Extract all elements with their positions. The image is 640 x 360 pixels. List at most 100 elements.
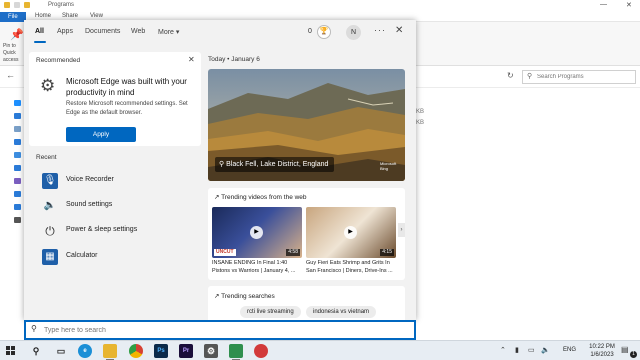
trending-videos-card: ↗ Trending videos from the web UNCUT ▶ 4…: [208, 188, 405, 280]
today-label: Today: [208, 56, 226, 63]
chrome-icon[interactable]: [129, 344, 143, 358]
taskbar: ⚲ ▭ e Ps Pr ⚙ ⌃ ▮ ▭ 🔈 ENG 10:22 PM 1/6/2…: [0, 340, 640, 360]
recent-heading: Recent: [36, 154, 57, 161]
explorer-search-box[interactable]: ⚲: [522, 70, 636, 84]
trending-search-pill[interactable]: indonesia vs vietnam: [306, 306, 377, 318]
task-view-icon[interactable]: ▭: [54, 344, 68, 358]
nav-tree-icon[interactable]: [14, 139, 21, 145]
close-icon[interactable]: ✕: [395, 25, 403, 36]
chevron-right-icon[interactable]: ›: [398, 223, 405, 237]
windows-start-icon[interactable]: [6, 346, 16, 356]
volume-icon[interactable]: 🔈: [541, 346, 550, 354]
nav-tree-icon[interactable]: [14, 152, 21, 158]
ribbon-tab-file[interactable]: File: [0, 12, 26, 22]
search-icon: ⚲: [31, 324, 37, 333]
minimize-icon[interactable]: —: [600, 1, 607, 8]
properties-icon[interactable]: [14, 2, 20, 8]
ribbon-tab-view[interactable]: View: [90, 13, 103, 19]
nav-tree-icon[interactable]: [14, 204, 21, 210]
new-folder-icon[interactable]: [24, 2, 30, 8]
clock-time: 10:22 PM: [589, 344, 615, 350]
photoshop-icon[interactable]: Ps: [154, 344, 168, 358]
trending-videos-heading: ↗ Trending videos from the web: [214, 193, 307, 201]
gear-icon: ⚙: [40, 76, 56, 95]
bing-daily-image[interactable]: ⚲ Black Fell, Lake District, England Mic…: [208, 69, 405, 181]
today-date: January 6: [231, 56, 260, 63]
recent-item-label: Sound settings: [66, 201, 113, 208]
search-input[interactable]: [44, 324, 404, 336]
tab-web[interactable]: Web: [131, 28, 145, 35]
premiere-icon[interactable]: Pr: [179, 344, 193, 358]
ribbon-tab-share[interactable]: Share: [62, 13, 78, 19]
speaker-icon: 🔈: [43, 200, 57, 211]
avatar[interactable]: N: [346, 25, 361, 40]
input-language[interactable]: ENG: [563, 347, 576, 353]
pin-icon[interactable]: 📌: [10, 28, 24, 41]
recent-item-voice-recorder[interactable]: 🎙 Voice Recorder: [34, 170, 199, 192]
nav-tree-icon[interactable]: [14, 178, 21, 184]
microphone-icon: 🎙: [42, 173, 58, 189]
trending-arrow-icon: ↗: [214, 194, 220, 201]
notification-count-badge: 1: [630, 351, 637, 358]
location-pin-icon: ⚲: [219, 161, 225, 168]
refresh-icon[interactable]: ↻: [507, 71, 514, 80]
recommended-card: Recommended ✕ ⚙ Microsoft Edge was built…: [29, 52, 201, 146]
recommended-description: Restore Microsoft recommended settings. …: [66, 101, 188, 116]
recent-item-sound-settings[interactable]: 🔈 Sound settings: [34, 195, 199, 217]
nav-tree-icon[interactable]: [14, 126, 21, 132]
settings-icon[interactable]: ⚙: [204, 344, 218, 358]
video-title-line: Guy Fieri Eats Shrimp and Grits In: [306, 260, 390, 266]
trophy-icon[interactable]: 🏆: [317, 25, 331, 39]
nav-tree-icon[interactable]: [14, 165, 21, 171]
play-icon: ▶: [250, 226, 263, 239]
date-separator: •: [227, 56, 230, 63]
recent-item-calculator[interactable]: ▦ Calculator: [34, 246, 199, 268]
chevron-up-icon[interactable]: ⌃: [500, 346, 506, 354]
ribbon-tab-home[interactable]: Home: [35, 13, 51, 19]
taskbar-search-box[interactable]: ⚲: [24, 320, 416, 340]
camtasia-icon[interactable]: [229, 344, 243, 358]
nav-tree-icon[interactable]: [14, 191, 21, 197]
more-options-icon[interactable]: ···: [374, 25, 386, 35]
edge-icon[interactable]: e: [78, 344, 92, 358]
bing-logo: Microsoft Bing: [380, 161, 397, 171]
clock[interactable]: 10:22 PM 1/6/2023: [584, 343, 620, 359]
nav-tree-icon[interactable]: [14, 100, 21, 106]
back-arrow-icon[interactable]: ←: [6, 70, 15, 80]
file-explorer-icon[interactable]: [103, 344, 117, 358]
tab-apps[interactable]: Apps: [57, 28, 73, 35]
tab-all[interactable]: All: [35, 28, 44, 35]
image-caption[interactable]: ⚲ Black Fell, Lake District, England: [215, 157, 335, 172]
video-title: INSANE ENDING In Final 1:40 Pistons vs W…: [212, 260, 302, 275]
explorer-search-input[interactable]: [537, 72, 633, 82]
search-icon[interactable]: ⚲: [29, 344, 43, 358]
rewards-points: 0: [308, 28, 312, 35]
trending-searches-heading: ↗ Trending searches: [214, 292, 275, 300]
video-thumbnail: UNCUT ▶ 4:58: [212, 207, 302, 258]
battery-icon[interactable]: ▮: [515, 346, 519, 354]
video-title-line: San Francisco | Diners, Drive-Ins ...: [306, 267, 393, 274]
nav-tree-icon[interactable]: [14, 113, 21, 119]
trending-videos-title: Trending videos from the web: [221, 194, 307, 201]
trending-searches-title: Trending searches: [221, 293, 275, 300]
play-icon: ▶: [344, 226, 357, 239]
explorer-title: Programs: [48, 2, 75, 8]
video-duration: 4:58: [286, 249, 300, 256]
tab-more-label: More: [158, 29, 174, 36]
apply-button[interactable]: Apply: [66, 127, 136, 142]
tab-documents[interactable]: Documents: [85, 28, 120, 35]
search-icon: ⚲: [527, 73, 533, 80]
close-icon[interactable]: ✕: [626, 1, 632, 9]
video-title-line: INSANE ENDING In Final 1:40: [212, 260, 288, 266]
recent-item-label: Calculator: [66, 252, 98, 259]
power-icon: ⏻: [45, 224, 55, 238]
recent-item-power-sleep-settings[interactable]: ⏻ Power & sleep settings: [34, 220, 199, 242]
size-unit-label: KB: [416, 109, 425, 115]
video-thumbnail: ▶ 4:15: [306, 207, 396, 258]
network-icon[interactable]: ▭: [528, 346, 535, 354]
screen-recorder-icon[interactable]: [254, 344, 268, 358]
trending-search-pill[interactable]: rcti live streaming: [240, 306, 301, 318]
tab-more[interactable]: More ▾: [158, 28, 179, 36]
nav-tree-icon[interactable]: [14, 217, 21, 223]
close-icon[interactable]: ✕: [188, 55, 195, 64]
